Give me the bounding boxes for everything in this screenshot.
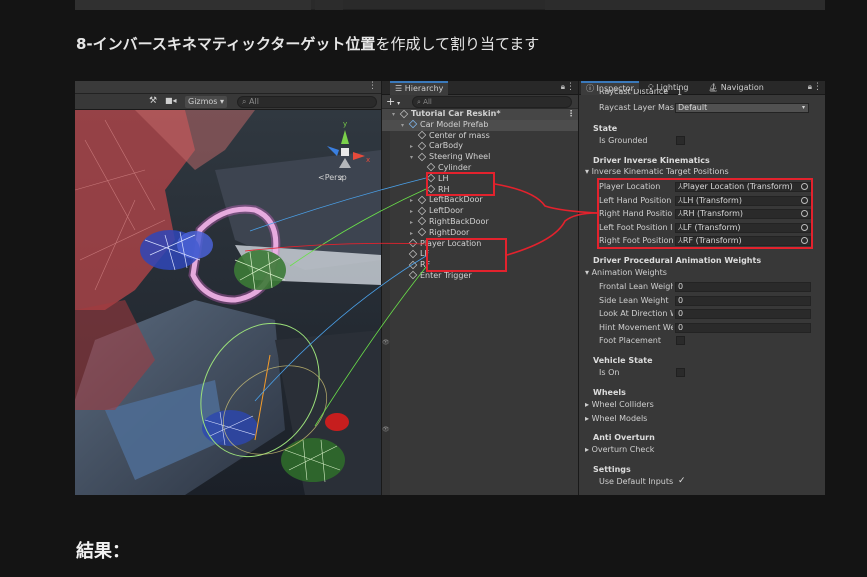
result-heading: 結果： <box>76 541 130 562</box>
heading-bold: インバースキネマティックターゲット位置 <box>92 35 376 53</box>
heading-suffix: を作成して割り当てます <box>375 35 540 53</box>
page: 8-インバースキネマティックターゲット位置を作成して割り当てます ⋮ ⚒ ■◂ … <box>0 0 867 577</box>
connector-overlay <box>244 177 598 427</box>
section-heading: 8-インバースキネマティックターゲット位置を作成して割り当てます <box>76 33 539 54</box>
previous-screenshot-edge <box>75 0 825 10</box>
unity-editor-screenshot: ⋮ ⚒ ■◂ Gizmos ▾ ⌕ All y x z <Persp ☰ Hie… <box>75 81 825 495</box>
heading-prefix: 8- <box>76 35 93 53</box>
